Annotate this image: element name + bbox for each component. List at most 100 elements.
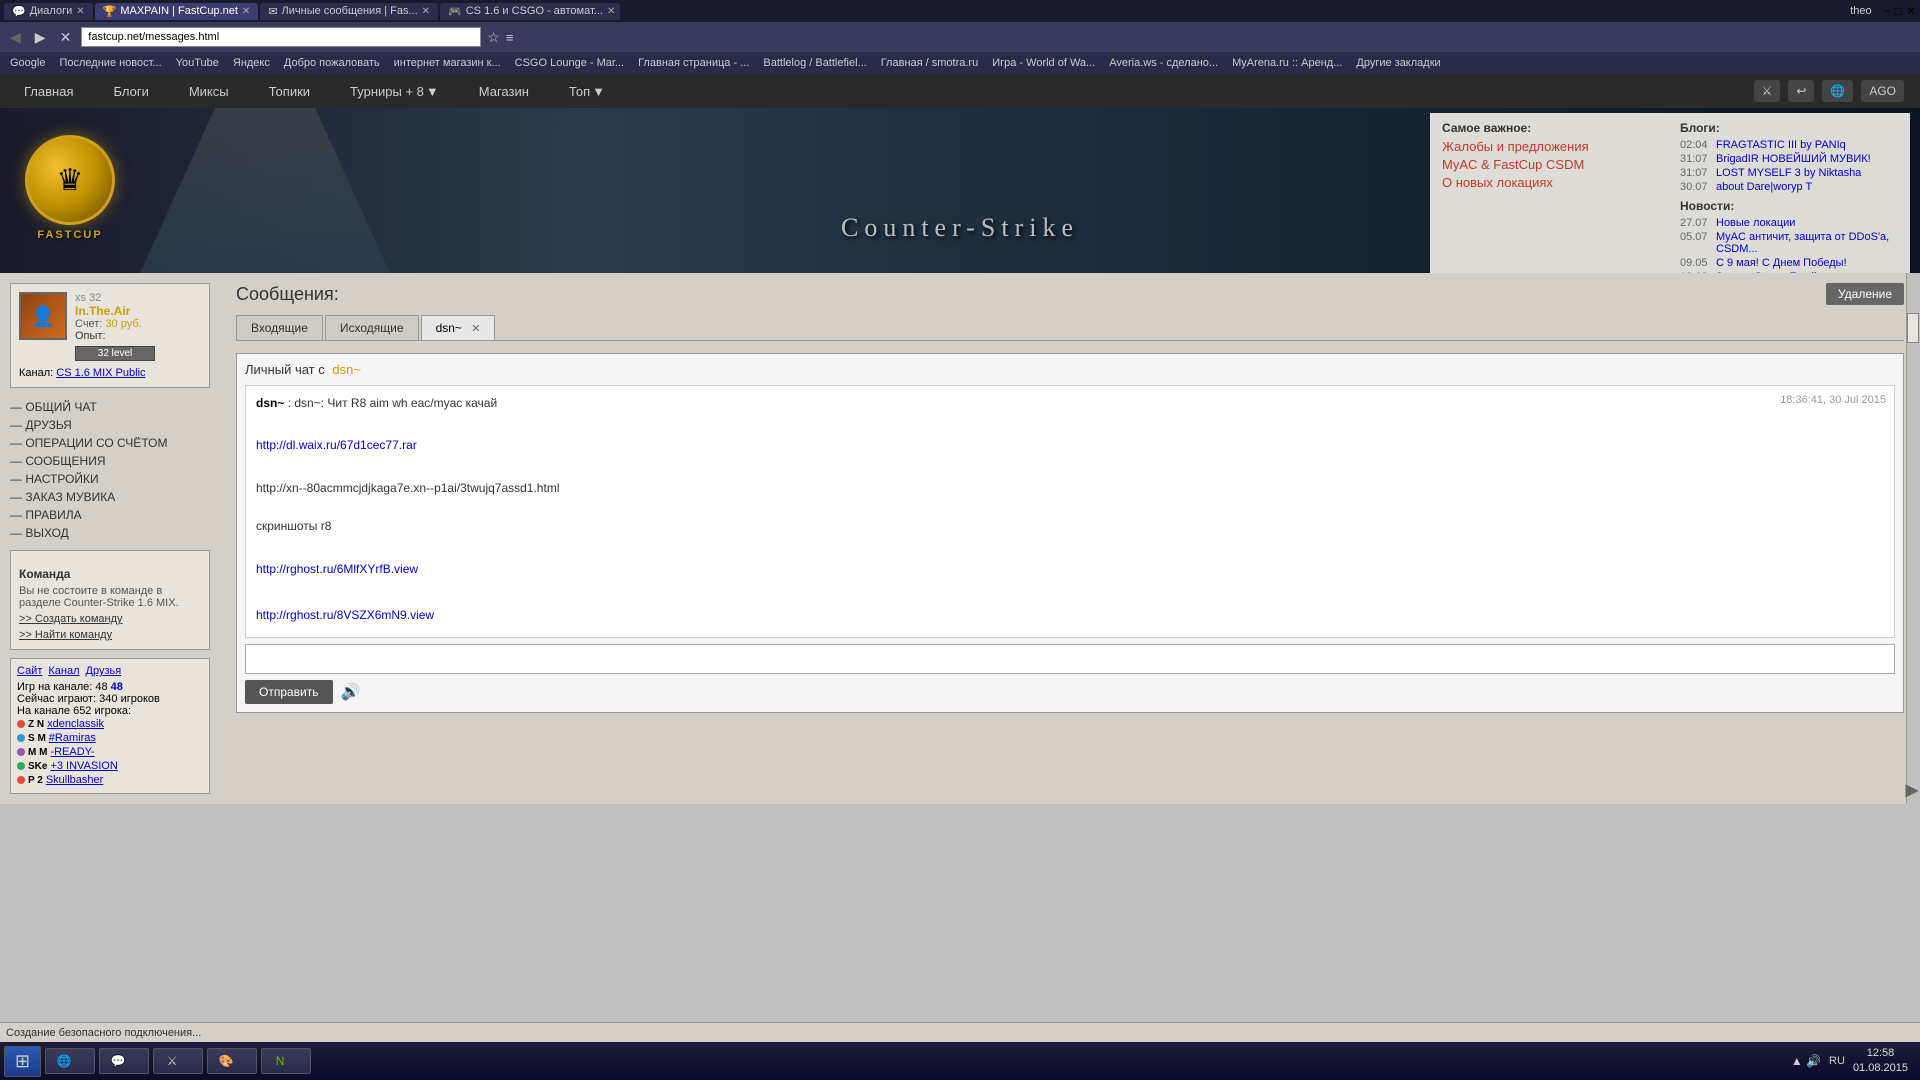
minimize-btn[interactable]: − [1884, 4, 1891, 18]
tab-maxpain[interactable]: 🏆 MAXPAIN | FastCup.net ✕ [95, 3, 259, 20]
bookmark-averia[interactable]: Averia.ws - сделано... [1103, 56, 1224, 70]
username-link[interactable]: In.The.Air [75, 304, 155, 318]
message-link-1[interactable]: http://dl.waix.ru/67d1cec77.rar [256, 436, 1884, 455]
player-link-4[interactable]: Skullbasher [46, 774, 103, 786]
nav-cs-icon[interactable]: ⚔ [1754, 80, 1781, 102]
blog-link-1[interactable]: BrigadIR НОВЕЙШИЙ МУВИК! [1716, 153, 1871, 165]
menu-order-movie[interactable]: ЗАКАЗ МУВИКА [10, 488, 210, 506]
nav-back-icon[interactable]: ↩ [1788, 80, 1814, 102]
nav-top[interactable]: Топ ▼ [561, 78, 613, 105]
close-window-btn[interactable]: ✕ [1906, 4, 1916, 18]
news-link-2[interactable]: С 9 мая! С Днем Победы! [1716, 257, 1847, 269]
message-sender: dsn~ [256, 396, 284, 410]
language-indicator[interactable]: RU [1829, 1055, 1845, 1067]
nav-ago-icon[interactable]: AGO [1861, 80, 1904, 102]
bookmark-welcome[interactable]: Добро пожаловать [278, 56, 386, 70]
taskbar-skype[interactable]: 💬 [99, 1048, 149, 1074]
address-input[interactable] [81, 27, 481, 47]
delete-button[interactable]: Удаление [1826, 283, 1904, 305]
nav-blogs[interactable]: Блоги [105, 78, 156, 105]
send-button[interactable]: Отправить [245, 680, 333, 704]
forward-btn[interactable]: ▶ [31, 29, 50, 46]
message-input[interactable] [245, 644, 1895, 674]
taskbar-nvidia[interactable]: N [261, 1048, 311, 1074]
user-score[interactable]: 30 руб. [105, 318, 141, 330]
important-link-0[interactable]: Жалобы и предложения [1442, 139, 1660, 154]
tab-incoming[interactable]: Входящие [236, 315, 323, 340]
nav-home[interactable]: Главная [16, 78, 81, 105]
close-tab-cs[interactable]: ✕ [607, 6, 615, 17]
maximize-btn[interactable]: □ [1895, 4, 1902, 18]
bookmark-main[interactable]: Главная страница - ... [632, 56, 755, 70]
nav-tournaments[interactable]: Турниры + 8 ▼ [342, 78, 447, 105]
bookmark-csgo-lounge[interactable]: CSGO Lounge - Mar... [509, 56, 630, 70]
scrollbar-thumb[interactable] [1907, 313, 1919, 343]
news-link-0[interactable]: Новые локации [1716, 217, 1795, 229]
nav-shop[interactable]: Магазин [471, 78, 537, 105]
dropdown-arrow-top: ▼ [592, 84, 605, 99]
bookmark-youtube[interactable]: YouTube [170, 56, 225, 70]
bookmark-battlelog[interactable]: Battlelog / Battlefiel... [757, 56, 872, 70]
menu-account[interactable]: ОПЕРАЦИИ СО СЧЁТОМ [10, 434, 210, 452]
taskbar-cs[interactable]: ⚔ [153, 1048, 203, 1074]
bookmark-shop[interactable]: интернет магазин к... [388, 56, 507, 70]
player-link-0[interactable]: xdenclassik [47, 718, 104, 730]
menu-chat[interactable]: ОБЩИЙ ЧАТ [10, 398, 210, 416]
channel-link[interactable]: CS 1.6 MIX Public [56, 367, 145, 379]
tab-cs[interactable]: 🎮 CS 1.6 и CSGO - автомат... ✕ [440, 3, 620, 20]
back-btn[interactable]: ◀ [6, 29, 25, 46]
message-link-3[interactable]: http://rghost.ru/8VSZX6mN9.view [256, 606, 1884, 625]
start-button[interactable]: ⊞ [4, 1046, 41, 1077]
important-link-1[interactable]: MyAC & FastCup CSDM [1442, 157, 1660, 172]
close-tab-messages[interactable]: ✕ [422, 6, 430, 17]
bookmark-star-icon[interactable]: ☆ [487, 29, 500, 46]
tab-dsn-close[interactable]: ✕ [471, 323, 480, 335]
menu-friends[interactable]: ДРУЗЬЯ [10, 416, 210, 434]
page-scrollbar[interactable]: ▶ [1906, 273, 1920, 804]
chat-user-link[interactable]: dsn~ [332, 362, 361, 377]
menu-rules[interactable]: ПРАВИЛА [10, 506, 210, 524]
tab-dialogi[interactable]: 💬 Диалоги ✕ [4, 3, 93, 20]
player-link-2[interactable]: -READY- [50, 746, 94, 758]
channel-tab-channel[interactable]: Канал [48, 665, 79, 677]
bookmark-news[interactable]: Последние новост... [53, 56, 167, 70]
nav-mixes[interactable]: Миксы [181, 78, 237, 105]
bookmark-others[interactable]: Другие закладки [1350, 56, 1446, 70]
avatar: 👤 [19, 292, 67, 340]
close-tab-maxpain[interactable]: ✕ [242, 6, 250, 17]
menu-settings[interactable]: НАСТРОЙКИ [10, 470, 210, 488]
blog-link-2[interactable]: LOST MYSELF 3 by Niktasha [1716, 167, 1861, 179]
close-tab-dialogi[interactable]: ✕ [76, 6, 84, 17]
channel-tab-friends[interactable]: Друзья [86, 665, 122, 677]
nav-globe-icon[interactable]: 🌐 [1822, 80, 1853, 102]
menu-messages[interactable]: СООБЩЕНИЯ [10, 452, 210, 470]
tab-dsn[interactable]: dsn~ ✕ [421, 315, 496, 340]
news-link-1[interactable]: MyAC античит, защита от DDoS'a, CSDM... [1716, 231, 1898, 255]
tab-outgoing[interactable]: Исходящие [325, 315, 419, 340]
bookmark-yandex[interactable]: Яндекс [227, 56, 276, 70]
message-link-2[interactable]: http://rghost.ru/6MlfXYrfB.view [256, 560, 1884, 579]
bookmark-wow[interactable]: Игра - World of Wa... [986, 56, 1101, 70]
taskbar-chrome[interactable]: 🌐 [45, 1048, 95, 1074]
important-link-2[interactable]: О новых локациях [1442, 175, 1660, 190]
sound-icon[interactable]: 🔊 [341, 682, 361, 702]
close-nav-btn[interactable]: ✕ [56, 29, 76, 46]
tab-messages[interactable]: ✉ Личные сообщения | Fas... ✕ [260, 3, 438, 20]
tab-icon-cs: 🎮 [448, 5, 462, 18]
player-link-1[interactable]: #Ramiras [49, 732, 96, 744]
bookmark-myarena[interactable]: MyArena.ru :: Аренд... [1226, 56, 1348, 70]
blog-link-3[interactable]: about Dare|woryp T [1716, 181, 1812, 193]
create-team-link[interactable]: Создать команду [19, 613, 201, 625]
player-link-3[interactable]: +3 INVASION [50, 760, 117, 772]
blog-link-0[interactable]: FRAGTASTIC III by PANIq [1716, 139, 1846, 151]
team-section: Команда Вы не состоите в команде в разде… [10, 550, 210, 650]
channel-tab-site[interactable]: Сайт [17, 665, 42, 677]
online-count[interactable]: 48 [111, 681, 123, 693]
bookmark-smotra[interactable]: Главная / smotra.ru [875, 56, 985, 70]
nav-topics[interactable]: Топики [261, 78, 318, 105]
bookmark-google[interactable]: Google [4, 56, 51, 70]
menu-logout[interactable]: ВЫХОД [10, 524, 210, 542]
taskbar-paint[interactable]: 🎨 [207, 1048, 257, 1074]
menu-icon[interactable]: ≡ [506, 30, 514, 45]
find-team-link[interactable]: Найти команду [19, 629, 201, 641]
